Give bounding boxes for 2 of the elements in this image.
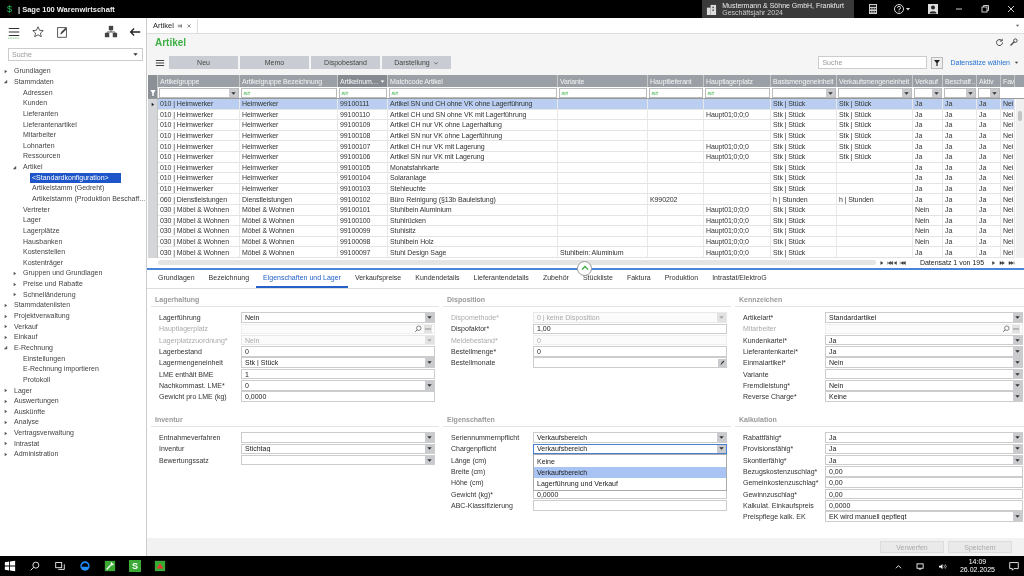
page-title: Artikel [155,36,187,48]
app-logo: $ [7,4,12,14]
